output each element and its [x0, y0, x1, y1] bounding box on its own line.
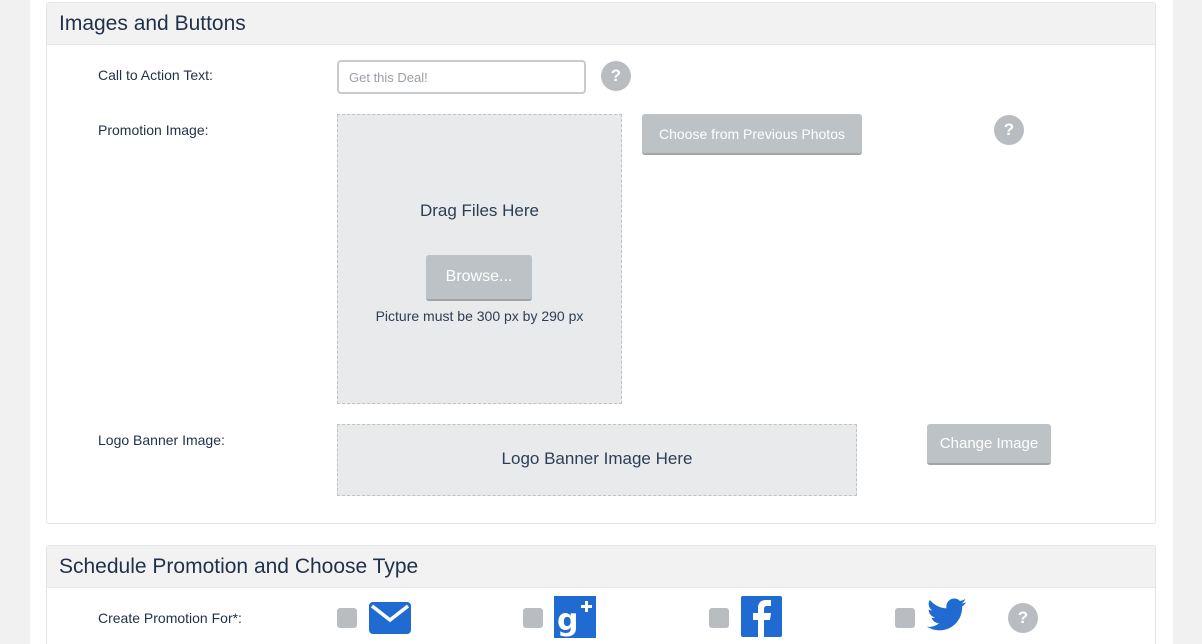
- svg-text:g: g: [557, 603, 578, 638]
- help-icon[interactable]: ?: [601, 61, 631, 91]
- cta-text-input[interactable]: [337, 60, 586, 94]
- picture-size-note: Picture must be 300 px by 290 px: [375, 308, 584, 324]
- panel-header: Images and Buttons: [47, 3, 1155, 45]
- section-title: Schedule Promotion and Choose Type: [59, 554, 419, 578]
- logo-banner-dropzone[interactable]: Logo Banner Image Here: [337, 424, 857, 496]
- envelope-icon[interactable]: [369, 600, 411, 639]
- twitter-checkbox[interactable]: [895, 608, 915, 628]
- create-promotion-for-label: Create Promotion For*:: [98, 610, 242, 626]
- twitter-icon[interactable]: [927, 598, 967, 636]
- cta-label: Call to Action Text:: [98, 67, 213, 83]
- facebook-icon[interactable]: [741, 596, 782, 641]
- help-icon[interactable]: ?: [1008, 603, 1038, 633]
- email-checkbox[interactable]: [337, 608, 357, 628]
- drag-files-text: Drag Files Here: [419, 201, 540, 220]
- logo-banner-label: Logo Banner Image:: [98, 432, 225, 448]
- choose-previous-photos-button[interactable]: Choose from Previous Photos: [642, 114, 862, 155]
- google-plus-checkbox[interactable]: [523, 608, 543, 628]
- facebook-checkbox[interactable]: [709, 608, 729, 628]
- panel-header: Schedule Promotion and Choose Type: [47, 546, 1155, 588]
- help-icon[interactable]: ?: [994, 115, 1024, 145]
- schedule-panel: Schedule Promotion and Choose Type Creat…: [46, 545, 1156, 644]
- google-plus-icon[interactable]: g: [554, 596, 596, 642]
- logo-banner-placeholder: Logo Banner Image Here: [501, 449, 693, 468]
- change-image-button[interactable]: Change Image: [927, 424, 1051, 465]
- browse-button[interactable]: Browse...: [426, 255, 532, 301]
- promo-image-dropzone[interactable]: Drag Files Here Browse... Picture must b…: [337, 114, 622, 404]
- section-title: Images and Buttons: [59, 11, 246, 35]
- promo-image-label: Promotion Image:: [98, 122, 209, 138]
- images-buttons-panel: Images and Buttons Call to Action Text: …: [46, 2, 1156, 524]
